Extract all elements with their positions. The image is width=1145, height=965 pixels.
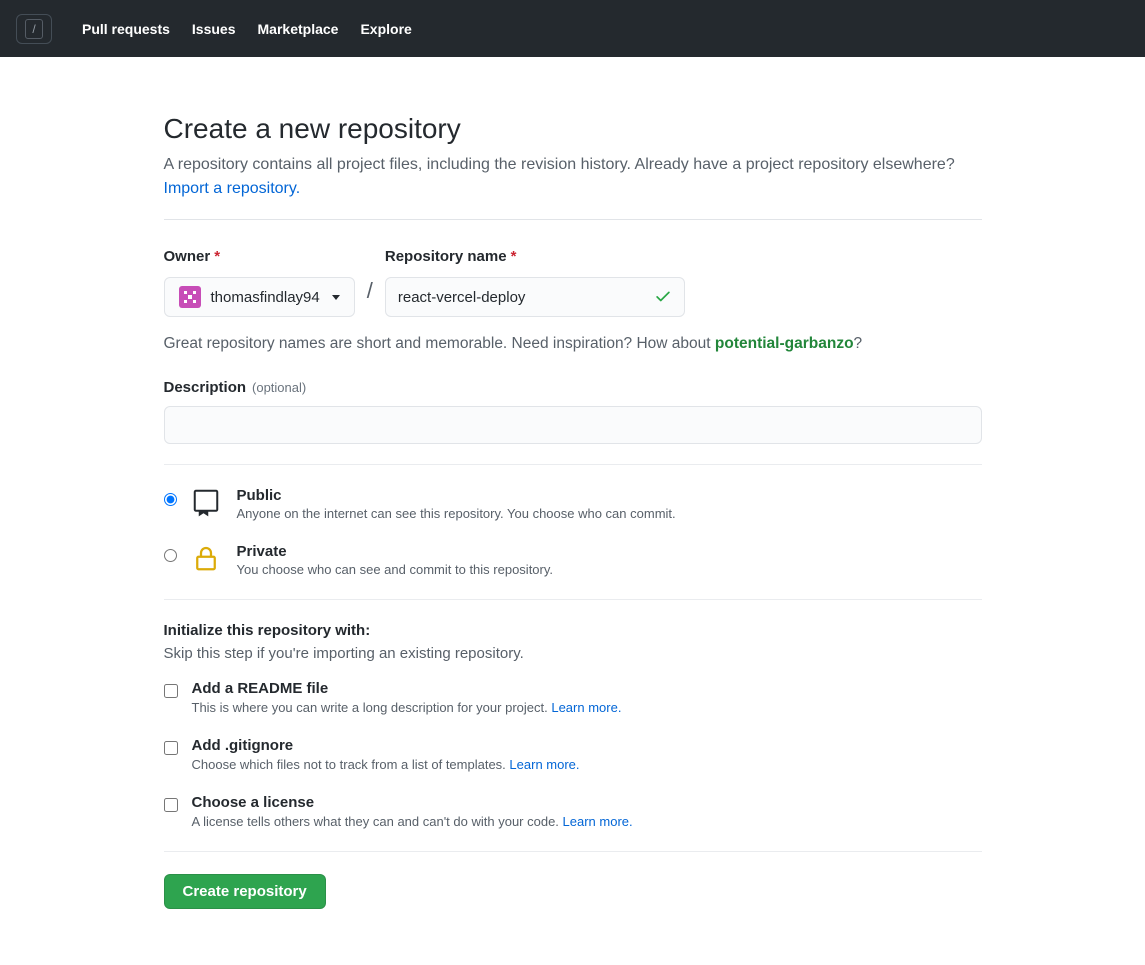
gitignore-row: Add .gitignore Choose which files not to…	[164, 737, 982, 772]
description-label-text: Description	[164, 379, 247, 396]
private-title: Private	[237, 543, 554, 560]
license-learn-link[interactable]: Learn more.	[563, 814, 633, 829]
readme-learn-link[interactable]: Learn more.	[551, 700, 621, 715]
gitignore-learn-link[interactable]: Learn more.	[509, 757, 579, 772]
init-title: Initialize this repository with:	[164, 622, 982, 639]
divider	[164, 219, 982, 220]
repo-name-label: Repository name *	[385, 248, 685, 265]
gitignore-checkbox[interactable]	[164, 741, 178, 755]
readme-desc: This is where you can write a long descr…	[192, 700, 622, 715]
visibility-public-row: Public Anyone on the internet can see th…	[164, 487, 982, 521]
divider	[164, 599, 982, 600]
divider	[164, 851, 982, 852]
license-text: Choose a license A license tells others …	[192, 794, 633, 829]
divider	[164, 464, 982, 465]
owner-label-text: Owner	[164, 248, 211, 265]
page-title: Create a new repository	[164, 113, 982, 145]
optional-text: (optional)	[252, 380, 306, 395]
private-desc: You choose who can see and commit to thi…	[237, 562, 554, 577]
readme-desc-text: This is where you can write a long descr…	[192, 700, 552, 715]
checkmark-icon	[654, 287, 672, 308]
repo-name-hint: Great repository names are short and mem…	[164, 335, 982, 353]
chevron-down-icon	[332, 295, 340, 300]
owner-label: Owner *	[164, 248, 355, 265]
repo-name-input[interactable]	[398, 289, 654, 306]
public-desc: Anyone on the internet can see this repo…	[237, 506, 676, 521]
readme-title: Add a README file	[192, 680, 622, 697]
public-title: Public	[237, 487, 676, 504]
gitignore-desc: Choose which files not to track from a l…	[192, 757, 580, 772]
license-checkbox[interactable]	[164, 798, 178, 812]
owner-value: thomasfindlay94	[211, 289, 320, 306]
gitignore-title: Add .gitignore	[192, 737, 580, 754]
page-subtitle: A repository contains all project files,…	[164, 153, 982, 201]
visibility-private-row: Private You choose who can see and commi…	[164, 543, 982, 577]
description-section: Description (optional)	[164, 379, 982, 444]
avatar-icon	[179, 286, 201, 308]
repo-icon	[191, 487, 223, 520]
hint-prefix: Great repository names are short and mem…	[164, 335, 715, 352]
owner-select[interactable]: thomasfindlay94	[164, 277, 355, 317]
owner-repo-row: Owner * thomasfindlay94 / Repository nam…	[164, 248, 982, 317]
public-radio[interactable]	[164, 493, 177, 506]
nav-explore[interactable]: Explore	[360, 21, 411, 37]
nav-marketplace[interactable]: Marketplace	[258, 21, 339, 37]
nav-pull-requests[interactable]: Pull requests	[82, 21, 170, 37]
readme-checkbox[interactable]	[164, 684, 178, 698]
repo-label-text: Repository name	[385, 248, 507, 265]
hint-suffix: ?	[854, 335, 863, 352]
init-subtitle: Skip this step if you're importing an ex…	[164, 645, 982, 662]
private-text: Private You choose who can see and commi…	[237, 543, 554, 577]
license-title: Choose a license	[192, 794, 633, 811]
readme-row: Add a README file This is where you can …	[164, 680, 982, 715]
license-desc-text: A license tells others what they can and…	[192, 814, 563, 829]
repo-input-wrap	[385, 277, 685, 317]
subtitle-text: A repository contains all project files,…	[164, 156, 955, 173]
public-text: Public Anyone on the internet can see th…	[237, 487, 676, 521]
main-container: Create a new repository A repository con…	[148, 57, 998, 949]
private-radio[interactable]	[164, 549, 177, 562]
required-mark: *	[511, 248, 517, 265]
search-trigger[interactable]: /	[16, 14, 52, 44]
import-repository-link[interactable]: Import a repository.	[164, 180, 301, 197]
nav-issues[interactable]: Issues	[192, 21, 236, 37]
name-suggestion[interactable]: potential-garbanzo	[715, 335, 854, 352]
create-repository-button[interactable]: Create repository	[164, 874, 326, 909]
required-mark: *	[214, 248, 220, 265]
repo-name-group: Repository name *	[385, 248, 685, 317]
readme-text: Add a README file This is where you can …	[192, 680, 622, 715]
owner-group: Owner * thomasfindlay94	[164, 248, 355, 317]
path-separator: /	[365, 278, 375, 304]
gitignore-text: Add .gitignore Choose which files not to…	[192, 737, 580, 772]
top-nav: / Pull requests Issues Marketplace Explo…	[0, 0, 1145, 57]
description-input[interactable]	[164, 406, 982, 444]
description-label: Description (optional)	[164, 379, 982, 396]
lock-icon	[191, 543, 223, 576]
slash-key-icon: /	[25, 19, 43, 39]
nav-links: Pull requests Issues Marketplace Explore	[82, 21, 412, 37]
gitignore-desc-text: Choose which files not to track from a l…	[192, 757, 510, 772]
license-desc: A license tells others what they can and…	[192, 814, 633, 829]
license-row: Choose a license A license tells others …	[164, 794, 982, 829]
